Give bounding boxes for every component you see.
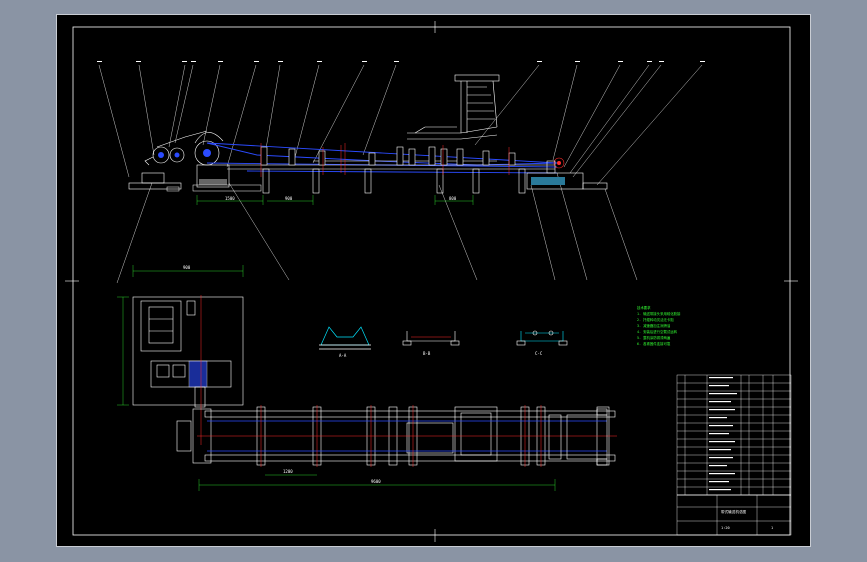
dim-mid-span: 800 [449, 196, 457, 201]
dim-head-span: 900 [285, 196, 293, 201]
dim-plan-length: 9600 [371, 479, 381, 484]
carrier-idlers [260, 146, 516, 166]
plan-centerlines [197, 405, 617, 467]
section-b-label: B-B [423, 351, 431, 356]
bom-text-marks [709, 377, 737, 491]
note-1: 1. 输送带接头采用硫化胶接 [637, 311, 681, 316]
drive-unit [128, 130, 230, 190]
dim-drive-width: 1500 [225, 196, 235, 201]
plan-view: 900 9600 1200 [117, 265, 617, 491]
title-sheet: 1 [771, 526, 773, 530]
technical-notes: 技术要求 1. 输送带接头采用硫化胶接 2. 托辊转动灵活无卡阻 3. 减速器加… [637, 305, 681, 346]
note-0: 技术要求 [637, 305, 651, 310]
top-leader-lines [98, 64, 703, 186]
conveyor-belt [206, 142, 558, 174]
cad-drawing: 1500 900 800 900 9600 1200 A-A B-B C-C 技… [65, 21, 798, 542]
section-a [319, 326, 371, 350]
dim-plan-width: 900 [183, 265, 191, 270]
title-scale: 1:20 [721, 526, 730, 530]
section-c-label: C-C [535, 351, 543, 356]
frame-dimensions [117, 265, 244, 406]
section-c [516, 330, 568, 346]
top-balloon-ticks [97, 61, 705, 62]
tail-unit [526, 157, 608, 190]
bottom-leader-lines [116, 172, 638, 284]
drawing-frame [65, 21, 798, 542]
note-4: 4. 安装后进行空载试运转 [637, 329, 678, 334]
note-5: 5. 整机涂防锈漆两遍 [637, 335, 671, 340]
note-6: 6. 各紧固件连接可靠 [637, 341, 671, 346]
elevation-dimensions [196, 195, 474, 205]
elevation-view: 1500 900 800 [97, 61, 705, 284]
motor-reducer-frame [132, 296, 244, 408]
note-2: 2. 托辊转动灵活无卡阻 [637, 317, 674, 322]
dim-gear-span: 1200 [283, 469, 293, 474]
cad-drawing-viewport[interactable]: 1500 900 800 900 9600 1200 A-A B-B C-C 技… [56, 14, 811, 547]
stringer [227, 160, 555, 170]
section-b [402, 331, 460, 346]
feed-chute [407, 74, 500, 140]
plan-tail-frame [548, 408, 608, 466]
section-a-label: A-A [339, 353, 347, 358]
title-drawing-name: 带式输送机总图 [721, 509, 747, 514]
note-3: 3. 减速器加注润滑油 [637, 323, 671, 328]
